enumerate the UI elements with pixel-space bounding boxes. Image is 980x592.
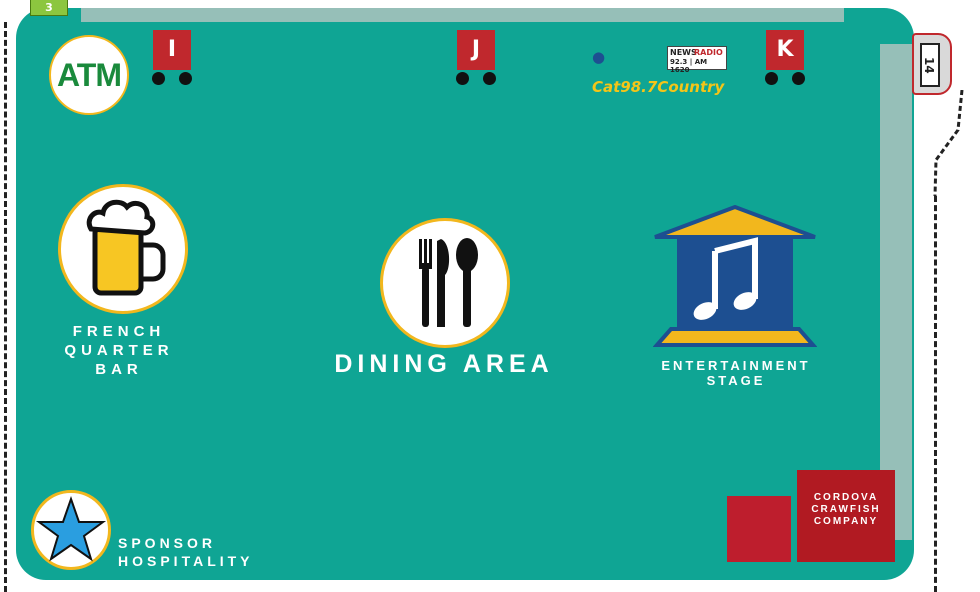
- entertainment-stage-label: ENTERTAINMENT STAGE: [661, 358, 811, 388]
- corner-gate-tag: 3: [30, 0, 68, 16]
- cart-wheel: [483, 72, 496, 85]
- music-note-icon[interactable]: [653, 205, 817, 351]
- cart-wheel: [456, 72, 469, 85]
- radio-sponsor-logos: ● Cat98.7Country NEWS RADIO 92.3 | AM 16…: [592, 42, 727, 96]
- food-cart-j[interactable]: J: [455, 30, 497, 86]
- atm-marker[interactable]: ATM: [49, 35, 129, 115]
- left-boundary-path: [4, 22, 7, 592]
- cart-wheel: [765, 72, 778, 85]
- cart-wheel: [152, 72, 165, 85]
- sponsor-hospitality-label: SPONSOR HOSPITALITY: [118, 535, 254, 569]
- dining-marker[interactable]: [380, 218, 510, 348]
- cart-label: J: [457, 30, 495, 70]
- gate-14[interactable]: 14: [912, 33, 952, 95]
- news-text: NEWS: [670, 48, 697, 57]
- cart-label: I: [153, 30, 191, 70]
- food-cart-i[interactable]: I: [151, 30, 193, 86]
- top-walkway: [81, 8, 844, 22]
- cat-country-text: Cat98.7Country: [592, 78, 725, 96]
- dining-area-label: DINING AREA: [334, 350, 554, 378]
- vendor-booth[interactable]: [727, 496, 791, 562]
- bar-label: FRENCH QUARTER BAR: [64, 323, 174, 378]
- news-radio-logo: NEWS RADIO 92.3 | AM 1620: [667, 46, 727, 74]
- right-walkway: [880, 44, 912, 540]
- cat-country-logo: ● Cat98.7Country: [592, 42, 724, 96]
- cart-wheel: [792, 72, 805, 85]
- star-icon: [35, 495, 107, 562]
- cart-wheel: [179, 72, 192, 85]
- cordova-crawfish-booth[interactable]: CORDOVA CRAWFISH COMPANY: [797, 470, 895, 562]
- radio-text: RADIO: [694, 48, 723, 57]
- utensils-icon: [419, 238, 478, 327]
- bar-marker[interactable]: [58, 184, 188, 314]
- station-frequencies: 92.3 | AM 1620: [670, 58, 708, 74]
- food-cart-k[interactable]: K: [764, 30, 806, 86]
- cart-label: K: [766, 30, 804, 70]
- diagonal-path: [933, 90, 964, 197]
- right-boundary-path: [934, 196, 937, 592]
- cat-mascot-icon: ●: [592, 48, 606, 66]
- sponsor-marker[interactable]: [31, 490, 111, 570]
- gate-number: 14: [920, 43, 940, 87]
- beer-mug-icon: [86, 199, 166, 296]
